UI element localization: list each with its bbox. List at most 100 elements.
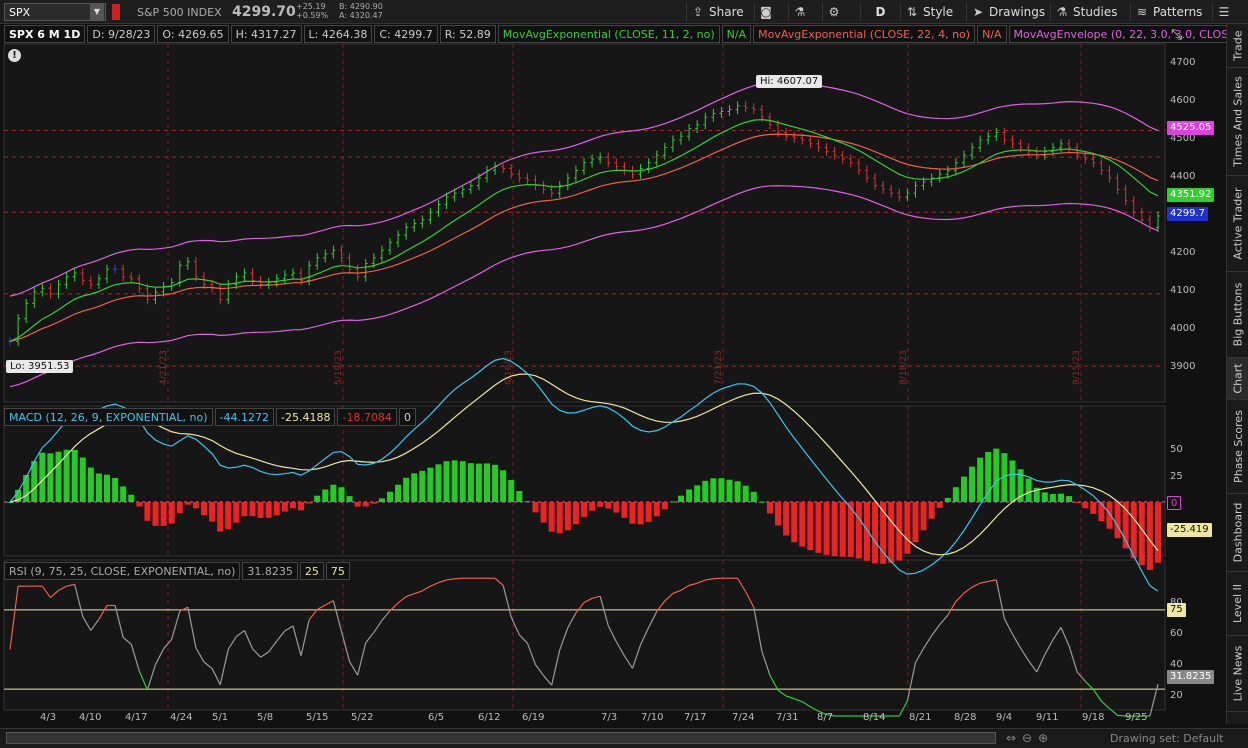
macd-histogram-bar xyxy=(645,502,652,522)
period-date-label: 5/19/23 xyxy=(334,350,344,385)
macd-histogram-bar xyxy=(435,464,442,502)
right-tab-label: Active Trader xyxy=(1231,187,1245,260)
right-tab-big-buttons[interactable]: Big Buttons xyxy=(1227,272,1248,358)
macd-histogram-bar xyxy=(354,502,361,507)
price-axis-label: 4100 xyxy=(1170,285,1196,296)
macd-histogram-bar xyxy=(314,495,321,502)
macd-histogram-bar xyxy=(95,473,102,502)
macd-histogram-bar xyxy=(653,502,660,517)
macd-histogram-bar xyxy=(249,502,256,517)
macd-histogram-bar xyxy=(427,467,434,502)
price-panel xyxy=(3,43,1166,403)
macd-histogram-bar xyxy=(1130,502,1137,559)
rsi-axis-20: 20 xyxy=(1170,690,1183,701)
macd-histogram-bar xyxy=(831,502,838,557)
macd-histogram-bar xyxy=(815,502,822,553)
macd-histogram-bar xyxy=(47,453,54,502)
macd-zero: 0 xyxy=(398,408,416,426)
macd-zero-tag: 0 xyxy=(1167,496,1182,510)
macd-histogram-bar xyxy=(508,479,515,502)
macd-histogram-bar xyxy=(7,502,13,503)
macd-histogram-bar xyxy=(1009,460,1016,502)
macd-histogram-bar xyxy=(532,502,539,513)
macd-histogram-bar xyxy=(330,484,337,502)
macd-histogram-bar xyxy=(702,480,709,502)
time-axis-label: 4/10 xyxy=(79,712,102,723)
time-scrollbar[interactable] xyxy=(6,732,996,744)
macd-histogram-bar xyxy=(1098,502,1105,522)
macd-histogram-bar xyxy=(217,502,224,532)
time-axis-label: 6/5 xyxy=(428,712,445,723)
macd-label[interactable]: MACD (12, 26, 9, EXPONENTIAL, no) xyxy=(4,408,213,426)
time-axis-label: 5/1 xyxy=(212,712,229,723)
rsi-label[interactable]: RSI (9, 75, 25, CLOSE, EXPONENTIAL, no) xyxy=(4,562,241,580)
rsi-segment xyxy=(454,577,463,580)
macd-histogram-bar xyxy=(904,502,911,554)
right-tab-phase-scores[interactable]: Phase Scores xyxy=(1227,400,1248,494)
price-axis-label: 3900 xyxy=(1170,361,1196,372)
chart-canvas[interactable]: 4/21/23 5/19/23 6/16/23 7/21/23 8/18/23 9/15/… xyxy=(0,0,1248,748)
right-tab-active-trader[interactable]: Active Trader xyxy=(1227,176,1248,272)
macd-legend: MACD (12, 26, 9, EXPONENTIAL, no) -44.12… xyxy=(4,408,416,426)
rsi-segment xyxy=(713,577,722,580)
time-axis-label: 5/22 xyxy=(351,712,374,723)
macd-histogram-bar xyxy=(1057,493,1064,502)
macd-histogram-bar xyxy=(977,457,984,502)
price-axis-label: 4400 xyxy=(1170,171,1196,182)
low-callout: Lo: 3951.53 xyxy=(6,360,74,373)
macd-histogram-bar xyxy=(233,502,240,523)
period-date-label: 8/18/23 xyxy=(899,350,909,385)
rsi-value: 31.8235 xyxy=(242,562,298,580)
rsi-panel xyxy=(3,559,1166,711)
macd-histogram-bar xyxy=(475,463,482,502)
time-axis-label: 7/24 xyxy=(732,712,755,723)
macd-histogram-bar xyxy=(597,502,604,507)
price-axis-label: 4200 xyxy=(1170,247,1196,258)
macd-histogram-bar xyxy=(265,502,272,518)
alert-icon[interactable]: ! xyxy=(8,49,21,62)
macd-histogram-bar xyxy=(936,502,943,508)
time-axis-label: 7/3 xyxy=(601,712,618,723)
macd-histogram-bar xyxy=(758,501,765,503)
right-tab-trade[interactable]: Trade xyxy=(1227,24,1248,68)
macd-histogram-bar xyxy=(419,470,426,502)
rsi-legend: RSI (9, 75, 25, CLOSE, EXPONENTIAL, no) … xyxy=(4,562,350,580)
time-axis-label: 6/19 xyxy=(522,712,545,723)
expand-icon[interactable]: ⤡ xyxy=(1171,27,1182,43)
time-axis-label: 7/17 xyxy=(684,712,707,723)
macd-histogram-bar xyxy=(201,502,208,516)
macd-histogram-bar xyxy=(734,481,741,502)
macd-histogram-bar xyxy=(1082,502,1089,509)
macd-histogram-bar xyxy=(160,502,167,526)
macd-histogram-bar xyxy=(1025,478,1032,502)
macd-histogram-bar xyxy=(176,502,183,513)
right-tab-label: Chart xyxy=(1231,363,1245,394)
right-tab-times-and-sales[interactable]: Times And Sales xyxy=(1227,68,1248,176)
macd-histogram-bar xyxy=(451,460,458,502)
macd-histogram-bar xyxy=(661,502,668,510)
macd-histogram-bar xyxy=(298,502,305,511)
macd-histogram-bar xyxy=(370,502,377,504)
price-axis-label: 4600 xyxy=(1170,95,1196,106)
macd-histogram-bar xyxy=(104,474,111,502)
drawing-set-label: Drawing set: Default xyxy=(1110,732,1224,745)
right-tab-dashboard[interactable]: Dashboard xyxy=(1227,494,1248,572)
time-axis-label: 7/31 xyxy=(776,712,799,723)
macd-histogram-bar xyxy=(855,502,862,559)
right-tab-level-ii[interactable]: Level II xyxy=(1227,572,1248,636)
macd-histogram-bar xyxy=(152,502,159,526)
time-axis-label: 4/24 xyxy=(170,712,193,723)
zoom-controls[interactable]: ⇔⊖⊕ xyxy=(1006,731,1054,745)
price-axis-label: 4000 xyxy=(1170,323,1196,334)
right-tab-label: Phase Scores xyxy=(1231,410,1245,483)
macd-histogram-bar xyxy=(888,502,895,563)
macd-histogram-bar xyxy=(969,466,976,502)
rsi-overbought: 75 xyxy=(325,562,350,580)
right-tab-label: Live News xyxy=(1231,645,1245,702)
right-tab-chart[interactable]: Chart xyxy=(1227,358,1248,400)
macd-histogram-bar xyxy=(184,502,191,505)
right-tab-live-news[interactable]: Live News xyxy=(1227,636,1248,712)
macd-histogram-bar xyxy=(386,491,393,502)
macd-histogram-bar xyxy=(637,502,644,525)
macd-histogram-bar xyxy=(467,463,474,502)
